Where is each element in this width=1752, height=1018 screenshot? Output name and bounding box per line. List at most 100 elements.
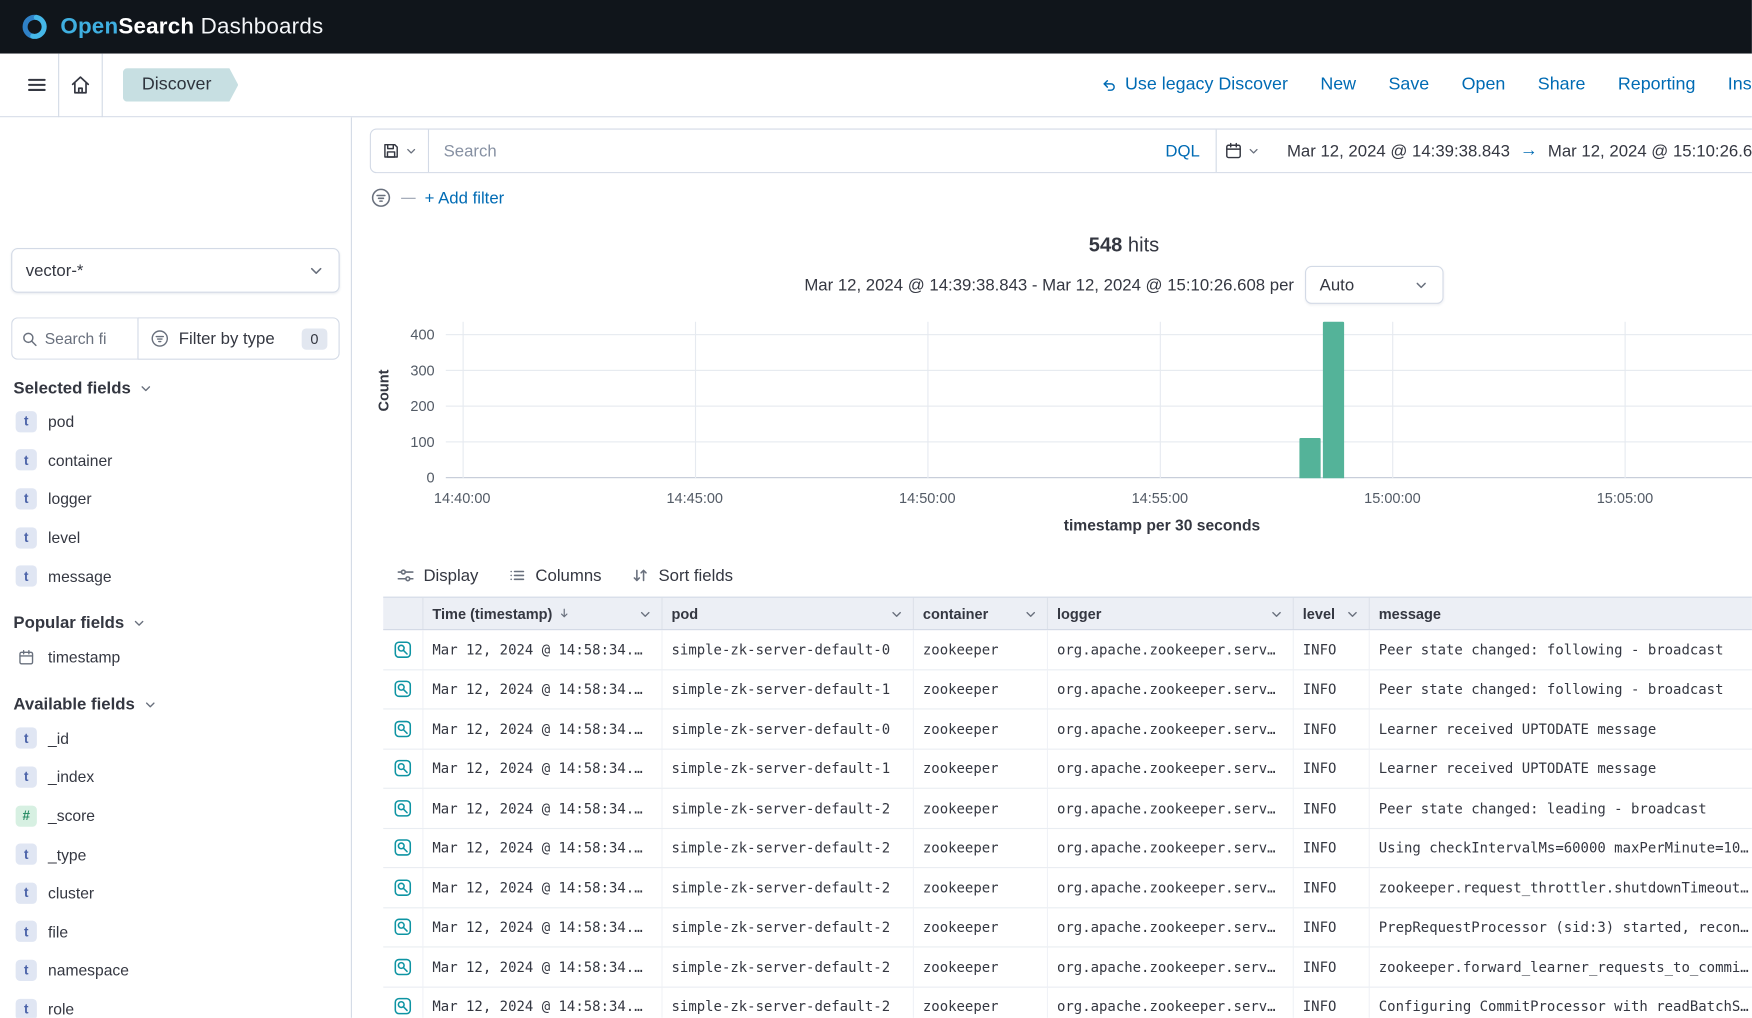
menu-icon[interactable] [16, 53, 58, 117]
field-item-container[interactable]: tcontainer [11, 441, 339, 480]
column-header-time-timestamp[interactable]: Time (timestamp) [423, 598, 662, 629]
table-cell: simple-zk-server-default-2 [663, 908, 914, 947]
expand-document-button[interactable] [383, 789, 423, 828]
table-body: Mar 12, 2024 @ 14:58:34.… simple-zk-serve… [383, 630, 1752, 1018]
date-from[interactable]: Mar 12, 2024 @ 14:39:38.843 [1287, 141, 1510, 160]
expand-document-button[interactable] [383, 868, 423, 907]
field-item-type[interactable]: t_type [11, 835, 339, 874]
table-cell: org.apache.zookeeper.serv… [1048, 670, 1294, 709]
x-gridline [1625, 322, 1626, 478]
chevron-down-icon[interactable] [1023, 606, 1038, 621]
nav-action-share[interactable]: Share [1538, 75, 1586, 95]
interval-select[interactable]: Auto [1305, 266, 1444, 304]
column-header-pod[interactable]: pod [663, 598, 914, 629]
y-tick-label: 300 [385, 362, 434, 379]
table-row: Mar 12, 2024 @ 14:58:34.…simple-zk-serve… [383, 828, 1752, 868]
field-item-logger[interactable]: tlogger [11, 480, 339, 519]
text-field-icon: t [16, 488, 37, 509]
nav-actions: Use legacy Discover New Save Open Share Repo… [1100, 75, 1752, 95]
column-header-logger[interactable]: logger [1048, 598, 1294, 629]
table-cell: Mar 12, 2024 @ 14:58:34.… [423, 828, 662, 867]
field-item-file[interactable]: tfile [11, 912, 339, 951]
columns-button[interactable]: Columns [509, 566, 602, 585]
field-item-role[interactable]: trole [11, 990, 339, 1018]
table-cell: zookeeper.forward_learner_requests_to_co… [1370, 947, 1752, 986]
table-cell: org.apache.zookeeper.serv… [1048, 987, 1294, 1018]
filter-icon[interactable] [370, 187, 392, 209]
app-header: OpenSearch Dashboards [0, 0, 1752, 54]
expand-document-button[interactable] [383, 670, 423, 709]
chevron-down-icon[interactable] [1345, 606, 1360, 621]
expand-document-button[interactable] [383, 630, 423, 669]
sidebar-section-title-selected-fields[interactable]: Selected fields [11, 373, 339, 402]
table-cell: Configuring CommitProcessor with readBat… [1370, 987, 1752, 1018]
table-cell: Peer state changed: following - broadcas… [1370, 630, 1752, 669]
histogram-plot[interactable]: 010020030040014:40:0014:45:0014:50:0014:… [446, 322, 1752, 478]
filter-icon [150, 328, 170, 348]
nav-action-new[interactable]: New [1320, 75, 1356, 95]
field-item-index[interactable]: t_index [11, 758, 339, 797]
sort-button[interactable]: Sort fields [632, 566, 733, 585]
nav-action-inspect[interactable]: Inspect [1728, 75, 1752, 95]
date-to[interactable]: Mar 12, 2024 @ 15:10:26.608 [1548, 141, 1752, 160]
breadcrumb[interactable]: Discover [123, 68, 238, 102]
inspect-document-icon [393, 918, 412, 937]
opensearch-dashboards-app: OpenSearch Dashboards Discover Use legac… [0, 0, 1752, 1018]
undo-icon [1100, 77, 1117, 94]
saved-query-button[interactable] [371, 130, 429, 172]
home-icon[interactable] [59, 53, 101, 117]
sidebar-section-title-popular-fields[interactable]: Popular fields [11, 609, 339, 638]
field-list: timestamp [11, 638, 339, 677]
display-button[interactable]: Display [397, 566, 479, 585]
nav-action-open[interactable]: Open [1462, 75, 1506, 95]
expand-document-button[interactable] [383, 749, 423, 788]
filter-by-type-button[interactable]: Filter by type 0 [137, 317, 339, 359]
field-item-id[interactable]: t_id [11, 719, 339, 758]
field-item-message[interactable]: tmessage [11, 557, 339, 596]
column-header-message[interactable]: message [1370, 598, 1752, 629]
field-item-level[interactable]: tlevel [11, 518, 339, 557]
histogram-bar[interactable] [1323, 322, 1344, 478]
text-field-icon: t [16, 527, 37, 548]
table-cell: org.apache.zookeeper.serv… [1048, 709, 1294, 748]
table-cell: INFO [1294, 908, 1370, 947]
app-title: OpenSearch Dashboards [60, 14, 323, 40]
field-item-namespace[interactable]: tnamespace [11, 951, 339, 990]
chevron-down-icon[interactable] [889, 606, 904, 621]
chevron-down-icon[interactable] [1269, 606, 1284, 621]
add-filter-link[interactable]: + Add filter [425, 188, 505, 207]
field-item-score[interactable]: #_score [11, 796, 339, 835]
column-header-container[interactable]: container [914, 598, 1048, 629]
field-item-cluster[interactable]: tcluster [11, 874, 339, 913]
field-list: t_idt_index#_scoret_typetclustertfiletna… [11, 719, 339, 1018]
table-row: Mar 12, 2024 @ 14:58:34.…simple-zk-serve… [383, 987, 1752, 1018]
field-search-input[interactable] [45, 330, 129, 348]
expand-document-button[interactable] [383, 828, 423, 867]
column-header-level[interactable]: level [1294, 598, 1370, 629]
field-search[interactable] [11, 317, 137, 359]
chevron-down-icon [132, 616, 147, 631]
y-gridline [446, 334, 1752, 335]
table-cell: zookeeper [914, 947, 1048, 986]
sidebar-section-title-available-fields[interactable]: Available fields [11, 690, 339, 719]
nav-action-reporting[interactable]: Reporting [1618, 75, 1696, 95]
table-cell: INFO [1294, 789, 1370, 828]
text-field-icon: t [16, 411, 37, 432]
expand-document-button[interactable] [383, 908, 423, 947]
chevron-down-icon[interactable] [638, 606, 653, 621]
expand-document-button[interactable] [383, 709, 423, 748]
table-row: Mar 12, 2024 @ 14:58:34.…simple-zk-serve… [383, 670, 1752, 710]
opensearch-logo-icon[interactable] [20, 12, 49, 41]
use-legacy-discover-link[interactable]: Use legacy Discover [1100, 75, 1288, 95]
expand-document-button[interactable] [383, 987, 423, 1018]
field-item-pod[interactable]: tpod [11, 402, 339, 441]
search-input[interactable] [429, 141, 1150, 160]
query-language-button[interactable]: DQL [1150, 141, 1216, 160]
histogram-bar[interactable] [1299, 438, 1320, 478]
table-cell: zookeeper [914, 789, 1048, 828]
nav-action-save[interactable]: Save [1388, 75, 1429, 95]
field-item-timestamp[interactable]: timestamp [11, 638, 339, 677]
index-pattern-select[interactable]: vector-* [11, 248, 339, 293]
date-quick-select-button[interactable] [1215, 130, 1269, 172]
expand-document-button[interactable] [383, 947, 423, 986]
